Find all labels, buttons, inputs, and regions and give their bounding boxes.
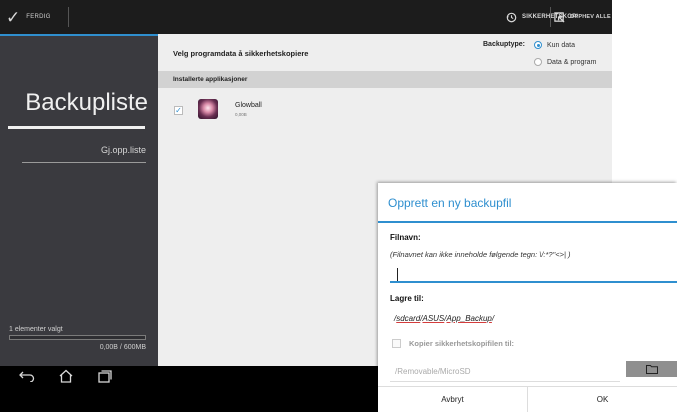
done-label: FERDIG — [26, 14, 51, 20]
sidebar-title: Backupliste — [25, 89, 148, 116]
storage-usage-text: 0,00B / 600MB — [99, 344, 146, 351]
glowball-app-icon — [198, 99, 218, 119]
filename-input[interactable] — [390, 265, 677, 283]
app-name: Glowball — [235, 102, 262, 109]
backup-clock-icon — [506, 12, 517, 22]
back-icon — [19, 371, 35, 382]
app-size: 0,00B — [235, 112, 247, 117]
backup-type-label: Backuptype: — [483, 41, 526, 48]
deselect-all-icon — [554, 11, 565, 23]
dialog-title-divider — [378, 221, 677, 223]
undo-all-button[interactable]: OPPHEV ALLE — [554, 0, 611, 34]
path-segment: sdcard — [396, 314, 421, 323]
copy-label: Kopier sikkerhetskopifilen til: — [409, 339, 515, 348]
back-button[interactable] — [14, 366, 40, 386]
copy-location-field: /Removable/MicroSD — [395, 367, 471, 376]
radio-option-data-and-app[interactable]: Data & program — [534, 58, 596, 66]
create-backup-dialog: Opprett en ny backupfil Filnavn: (Filnav… — [378, 183, 677, 412]
checkmark-icon: ✓ — [6, 7, 21, 27]
radio-label: Data & program — [547, 58, 597, 66]
copy-backup-option[interactable]: Kopier sikkerhetskopifilen til: — [392, 339, 514, 348]
browse-folder-button[interactable] — [626, 361, 677, 377]
filename-label: Filnavn: — [390, 233, 421, 242]
page-title: Velg programdata å sikkerhetskopiere — [173, 49, 309, 58]
radio-button[interactable] — [534, 41, 542, 49]
app-checkbox[interactable]: ✓ — [174, 106, 183, 115]
sidebar-item-divider — [22, 162, 146, 163]
undo-all-label: OPPHEV ALLE — [570, 14, 611, 20]
section-header-label: Installerte applikasjoner — [173, 76, 248, 83]
action-bar-divider — [68, 7, 69, 27]
filename-hint: (Filnavnet kan ikke inneholde følgende t… — [390, 250, 571, 259]
sidebar: Backupliste Gj.opp.liste 1 elementer val… — [0, 34, 158, 366]
action-bar: ✓ FERDIG SIKKERHETSKOPI OPPHEV ALLE — [0, 0, 612, 34]
recent-apps-button[interactable] — [92, 366, 118, 386]
main-header: Velg programdata å sikkerhetskopiere Bac… — [158, 34, 612, 70]
list-item[interactable]: ✓ Glowball 0,00B — [158, 94, 612, 124]
home-button[interactable] — [53, 366, 79, 386]
sidebar-accent-line — [0, 34, 158, 36]
storage-progress-bar — [9, 335, 146, 340]
section-header: Installerte applikasjoner — [158, 71, 612, 88]
action-bar-divider — [550, 7, 551, 27]
radio-label: Kun data — [547, 41, 576, 49]
home-icon — [59, 369, 73, 383]
sidebar-title-underline — [8, 126, 145, 129]
save-to-label: Lagre til: — [390, 294, 424, 303]
dialog-title: Opprett en ny backupfil — [388, 196, 512, 210]
copy-location-underline — [390, 381, 620, 382]
radio-option-data-only[interactable]: Kun data — [534, 41, 575, 49]
dialog-button-bar: Avbryt OK — [378, 386, 677, 412]
cancel-button[interactable]: Avbryt — [378, 387, 527, 412]
text-cursor — [397, 268, 398, 281]
copy-checkbox[interactable] — [392, 339, 401, 348]
folder-icon — [645, 364, 658, 374]
system-nav-bar — [0, 366, 378, 412]
radio-button[interactable] — [534, 58, 542, 66]
done-button[interactable]: ✓ FERDIG — [0, 0, 66, 34]
save-path: /sdcard/ASUS/App_Backup/ — [394, 314, 495, 323]
path-segment: ASUS — [422, 314, 445, 323]
path-segment: App_Backup — [446, 314, 492, 323]
recent-apps-icon — [98, 370, 112, 383]
sidebar-item-restore-list[interactable]: Gj.opp.liste — [0, 145, 146, 155]
ok-button[interactable]: OK — [527, 387, 677, 412]
selected-count: 1 elementer valgt — [9, 326, 63, 333]
